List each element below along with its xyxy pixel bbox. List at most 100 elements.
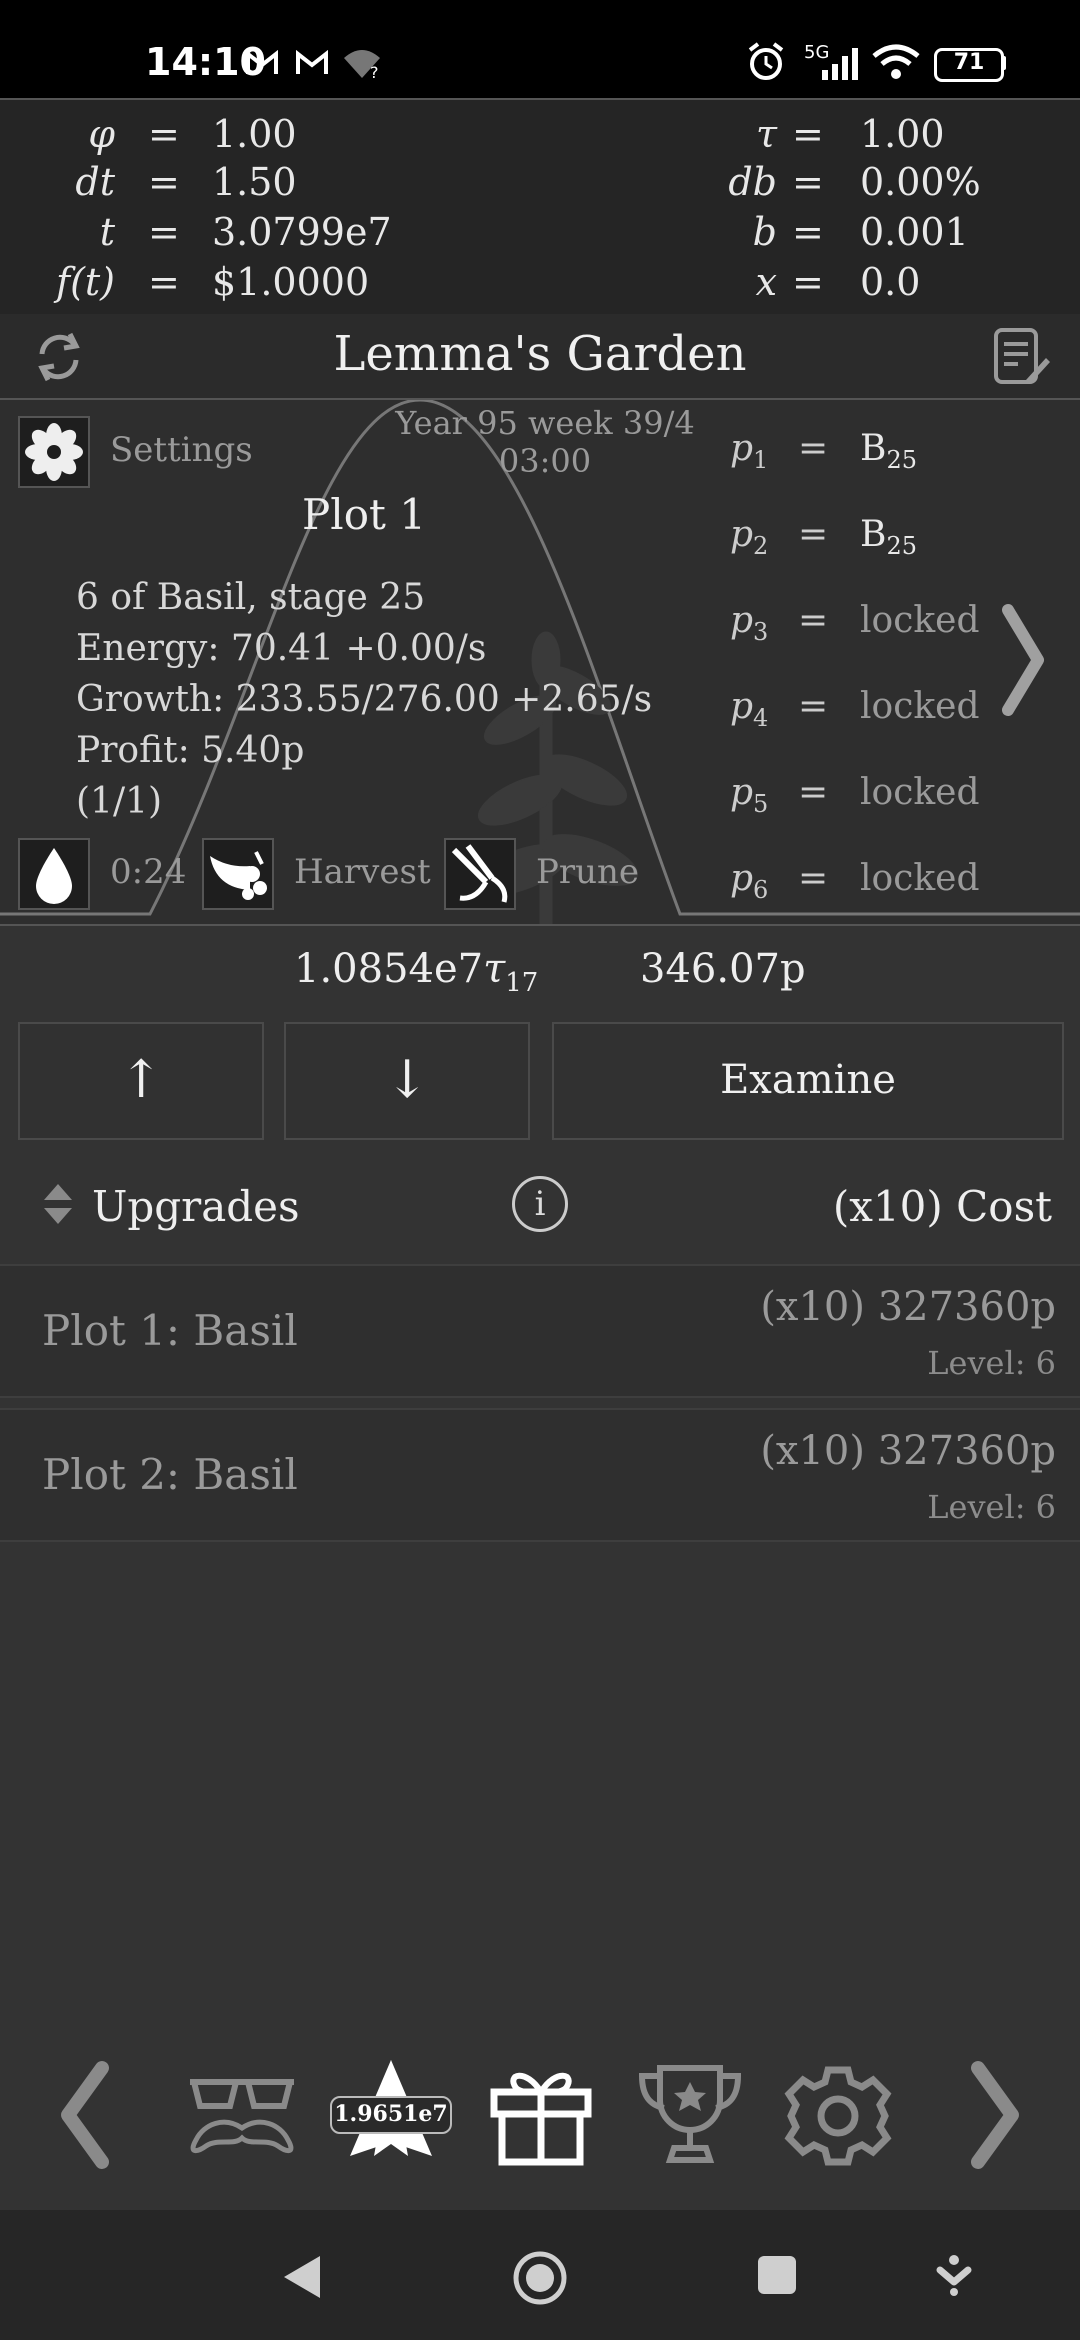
system-nav-bar	[0, 2210, 1080, 2340]
gift-icon[interactable]	[486, 2062, 596, 2168]
plot-value: locked	[860, 686, 980, 727]
prune-button[interactable]	[444, 838, 516, 910]
chevron-left-icon[interactable]	[56, 2060, 116, 2170]
notes-icon[interactable]	[992, 326, 1050, 388]
currency-bar: 1.0854e7τ17 346.07p	[0, 930, 1080, 1016]
eq-name: f(t)	[56, 260, 115, 304]
chevron-right-icon[interactable]	[964, 2060, 1024, 2170]
eq-sign: =	[148, 210, 180, 254]
plot-title: Plot 1	[302, 490, 426, 539]
info-icon[interactable]: i	[512, 1176, 568, 1232]
eq-value: 0.001	[860, 210, 969, 254]
eq-value: 1.00	[860, 112, 945, 156]
plot-eq: =	[798, 600, 829, 641]
eq-value: $1.0000	[212, 260, 370, 304]
plot-value: B25	[860, 428, 918, 475]
gmail-icon	[296, 50, 328, 74]
bottom-toolbar: 1.9651e7	[0, 2040, 1080, 2190]
plot-name: p5	[730, 772, 769, 819]
examine-button[interactable]: Examine	[552, 1022, 1064, 1140]
settings-label[interactable]: Settings	[110, 430, 253, 470]
move-down-button[interactable]: ↓	[284, 1022, 530, 1140]
water-drop-icon	[36, 848, 72, 904]
equation-row: b = 0.001	[540, 208, 1080, 256]
star-count-badge: 1.9651e7	[330, 2096, 452, 2134]
plot-value: B25	[860, 514, 918, 561]
eq-name: x	[755, 260, 777, 304]
equation-row: x = 0.0	[540, 258, 1080, 306]
plot-info-line: Profit: 5.40p	[76, 730, 305, 771]
time-line: 03:00	[498, 442, 592, 480]
eq-sign: =	[792, 160, 824, 204]
water-button[interactable]	[18, 838, 90, 910]
eq-sign: =	[792, 210, 824, 254]
status-bar: 14:10 ? 5G 71	[0, 0, 1080, 98]
wifi-icon	[872, 44, 920, 79]
plot-info: 6 of Basil, stage 25 Energy: 70.41 +0.00…	[76, 572, 652, 827]
upgrade-row[interactable]: Plot 1: Basil (x10) 327360p Level: 6	[0, 1264, 1080, 1398]
eq-sign: =	[148, 160, 180, 204]
plot-info-line: Growth: 233.55/276.00 +2.65/s	[76, 679, 653, 720]
equation-row: f(t) = $1.0000	[0, 258, 540, 306]
cornucopia-icon	[210, 851, 267, 900]
eq-name: dt	[75, 160, 115, 204]
eq-name: db	[728, 160, 777, 204]
eq-value: 0.0	[860, 260, 921, 304]
recents-icon[interactable]	[758, 2256, 796, 2294]
alarm-icon	[748, 42, 784, 80]
svg-text:?: ?	[370, 63, 379, 80]
plot-eq: =	[798, 428, 829, 469]
move-up-button[interactable]: ↑	[18, 1022, 264, 1140]
glasses-mustache-icon[interactable]	[184, 2066, 300, 2162]
signal-icon	[822, 48, 858, 80]
harvest-button[interactable]	[202, 838, 274, 910]
plot-eq: =	[798, 686, 829, 727]
settings-flower-button[interactable]	[18, 416, 90, 488]
water-timer: 0:24	[110, 852, 187, 892]
harvest-label[interactable]: Harvest	[294, 852, 431, 892]
eq-sign: =	[792, 260, 824, 304]
plot-value: locked	[860, 600, 980, 641]
eq-name: b	[752, 210, 777, 254]
battery-tip	[1001, 56, 1006, 70]
eq-value: 3.0799e7	[212, 210, 392, 254]
plot-value: locked	[860, 858, 980, 899]
battery-icon: 71	[934, 48, 1004, 82]
equation-row: τ = 1.00	[540, 110, 1080, 158]
eq-value: 0.00%	[860, 160, 981, 204]
trophy-icon[interactable]	[634, 2060, 746, 2170]
upgrades-label: Upgrades	[92, 1182, 300, 1231]
cost-label: (x10) Cost	[832, 1182, 1052, 1231]
title-bar: Lemma's Garden	[0, 314, 1080, 400]
tau-currency: 1.0854e7τ17	[294, 946, 539, 998]
keyboard-hide-icon[interactable]	[934, 2254, 974, 2298]
upgrade-level: Level: 6	[927, 1344, 1056, 1382]
p-currency: 346.07p	[640, 946, 806, 992]
chevron-right-icon[interactable]	[998, 600, 1048, 720]
equation-row: db = 0.00%	[540, 158, 1080, 206]
plot-info-line: 6 of Basil, stage 25	[76, 577, 426, 618]
garden-date: Year 95 week 39/4 03:00	[380, 404, 710, 480]
back-icon[interactable]	[282, 2254, 322, 2300]
home-icon[interactable]	[512, 2250, 568, 2306]
plot-info-line: Energy: 70.41 +0.00/s	[76, 628, 487, 669]
eq-sign: =	[148, 260, 180, 304]
plot-name: p3	[730, 600, 769, 647]
equation-row: φ = 1.00	[0, 110, 540, 158]
battery-level: 71	[953, 50, 985, 75]
upgrade-row[interactable]: Plot 2: Basil (x10) 327360p Level: 6	[0, 1408, 1080, 1542]
plot-name: p2	[730, 514, 769, 561]
plot-eq: =	[798, 772, 829, 813]
date-line: Year 95 week 39/4	[395, 404, 695, 442]
eq-name: τ	[755, 112, 777, 156]
plot-name: p4	[730, 686, 769, 733]
sort-icon[interactable]	[40, 1180, 76, 1228]
eq-value: 1.00	[212, 112, 297, 156]
upgrade-level: Level: 6	[927, 1488, 1056, 1526]
equation-row: dt = 1.50	[0, 158, 540, 206]
plot-info-line: (1/1)	[76, 781, 163, 822]
plot-name: p6	[730, 858, 769, 905]
prune-label[interactable]: Prune	[536, 852, 639, 892]
wifi-question-icon: ?	[344, 50, 380, 80]
gear-icon[interactable]	[784, 2062, 892, 2170]
